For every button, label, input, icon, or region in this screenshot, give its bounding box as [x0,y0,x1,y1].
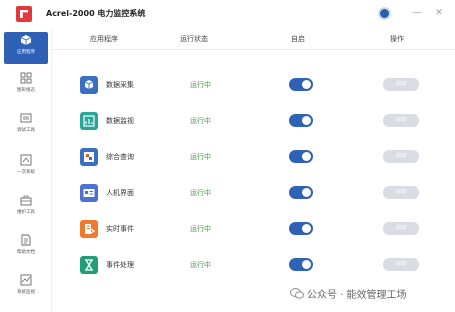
autostart-toggle[interactable] [289,222,313,235]
sidebar-item-label: 调试工具 [17,128,35,133]
document-icon [21,234,31,246]
sidebar-item-label: 系统监视 [17,290,35,295]
start-button[interactable]: 启动 [383,150,419,163]
column-header-autostart: 自启 [291,35,305,43]
status-text: 运行中 [190,117,211,125]
sidebar-item-maintenance[interactable]: 维护工具 [4,192,48,224]
app-name: 人机界面 [106,189,134,197]
table-row: 数据监视 运行中 启动 [52,110,455,132]
sidebar-item-label: 图形组态 [17,88,35,93]
app-logo [16,6,32,22]
column-header-status: 运行状态 [180,35,208,43]
hmi-icon [80,184,98,202]
autostart-toggle[interactable] [289,258,313,271]
sidebar-item-primary-system[interactable]: 一次系统 [4,152,48,184]
start-button[interactable]: 启动 [383,78,419,91]
sidebar-item-label: 帮助文档 [17,250,35,255]
sidebar-item-system-monitor[interactable]: 系统监视 [4,272,48,304]
minimize-button[interactable]: — [409,4,425,22]
autostart-toggle[interactable] [289,78,313,91]
sidebar-item-graphics[interactable]: 图形组态 [4,70,48,102]
app-name: 数据采集 [106,81,134,89]
sidebar-item-label: 一次系统 [17,170,35,175]
start-button[interactable]: 启动 [383,186,419,199]
table-row: 实时事件 运行中 启动 [52,218,455,240]
data-collection-icon [80,76,98,94]
sidebar-item-label: 维护工具 [17,210,35,215]
column-header-action: 操作 [390,35,404,43]
autostart-toggle[interactable] [289,150,313,163]
debug-icon [20,113,32,123]
start-button[interactable]: 启动 [383,114,419,127]
start-button[interactable]: 启动 [383,258,419,271]
autostart-toggle[interactable] [289,114,313,127]
user-avatar-icon[interactable] [378,7,391,20]
sidebar-item-help[interactable]: 帮助文档 [4,232,48,264]
status-text: 运行中 [190,153,211,161]
cube-icon [20,35,32,45]
status-text: 运行中 [190,81,211,89]
status-text: 运行中 [190,225,211,233]
status-text: 运行中 [190,189,211,197]
column-header-app: 应用程序 [90,35,118,43]
sidebar-item-apps[interactable]: 应用程序 [4,32,48,64]
sidebar-item-debug[interactable]: 调试工具 [4,110,48,142]
autostart-toggle[interactable] [289,186,313,199]
table-header: 应用程序 运行状态 自启 操作 [52,28,455,50]
table-row: 事件处理 运行中 启动 [52,254,455,276]
wechat-icon [290,288,304,299]
start-button[interactable]: 启动 [383,222,419,235]
toolbox-icon [20,195,32,206]
app-name: 数据监视 [106,117,134,125]
status-text: 运行中 [190,261,211,269]
app-name: 事件处理 [106,261,134,269]
diagram-icon [20,154,32,166]
realtime-event-icon [80,220,98,238]
app-name: 综合查询 [106,153,134,161]
grid-icon [20,72,32,84]
table-row: 人机界面 运行中 启动 [52,182,455,204]
close-button[interactable]: ✕ [431,4,447,22]
window-title: Acrel-2000 电力监控系统 [46,9,146,18]
title-bar: Acrel-2000 电力监控系统 — ✕ [0,0,455,28]
table-row: 数据采集 运行中 启动 [52,74,455,96]
watermark-text: 公众号 · 能效管理工场 [307,290,407,301]
monitor-icon [20,274,32,286]
sidebar-item-label: 应用程序 [17,50,35,55]
event-handling-icon [80,256,98,274]
data-monitor-icon [80,112,98,130]
sidebar: 应用程序 图形组态 调试工具 一次系统 维护工具 帮助文档 系统监视 [0,28,52,312]
app-name: 实时事件 [106,225,134,233]
table-row: 综合查询 运行中 启动 [52,146,455,168]
query-icon [80,148,98,166]
